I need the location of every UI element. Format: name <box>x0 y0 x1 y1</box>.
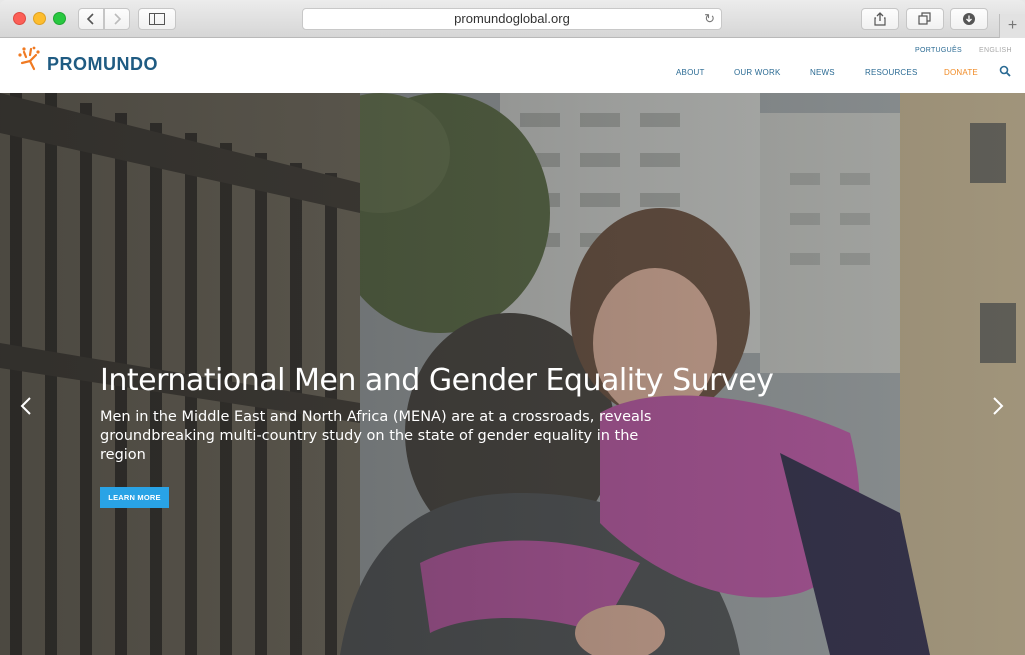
browser-toolbar: promundoglobal.org ↻ + <box>0 0 1025 38</box>
close-window-button[interactable] <box>13 12 26 25</box>
chevron-left-icon <box>20 397 31 415</box>
back-button[interactable] <box>78 8 104 30</box>
nav-resources[interactable]: RESOURCES <box>865 68 917 77</box>
nav-donate[interactable]: DONATE <box>944 68 978 77</box>
site-header: PROMUNDO PORTUGUÊS ENGLISH ABOUT OUR WOR… <box>0 38 1025 93</box>
chevron-right-icon <box>114 13 122 25</box>
chevron-right-icon <box>993 397 1004 415</box>
reload-icon[interactable]: ↻ <box>704 9 715 29</box>
address-bar[interactable]: promundoglobal.org ↻ <box>302 8 722 30</box>
share-button[interactable] <box>861 8 899 30</box>
share-icon <box>874 12 886 26</box>
language-portuguese-link[interactable]: PORTUGUÊS <box>915 47 962 54</box>
slider-prev-button[interactable] <box>18 396 34 420</box>
chevron-left-icon <box>86 13 94 25</box>
download-icon <box>963 13 975 25</box>
language-english-link[interactable]: ENGLISH <box>979 47 1012 54</box>
promundo-logo[interactable]: PROMUNDO <box>16 44 158 75</box>
hero-slider: International Men and Gender Equality Su… <box>0 93 1025 655</box>
nav-about[interactable]: ABOUT <box>676 68 705 77</box>
tabs-icon <box>918 12 931 25</box>
new-tab-button[interactable]: + <box>999 14 1025 38</box>
sidebar-toggle-button[interactable] <box>138 8 176 30</box>
promundo-logo-mark <box>18 46 40 70</box>
hero-subtitle: Men in the Middle East and North Africa … <box>100 409 652 463</box>
learn-more-button[interactable]: LEARN MORE <box>100 487 169 508</box>
forward-button[interactable] <box>104 8 130 30</box>
sidebar-icon <box>149 13 165 25</box>
nav-our-work[interactable]: OUR WORK <box>734 68 781 77</box>
hero-title: International Men and Gender Equality Su… <box>100 363 774 398</box>
plus-icon: + <box>1007 17 1018 34</box>
slider-next-button[interactable] <box>990 396 1006 420</box>
nav-news[interactable]: NEWS <box>810 68 835 77</box>
downloads-button[interactable] <box>950 8 988 30</box>
minimize-window-button[interactable] <box>33 12 46 25</box>
show-tabs-button[interactable] <box>906 8 944 30</box>
zoom-window-button[interactable] <box>53 12 66 25</box>
search-icon[interactable] <box>999 65 1011 77</box>
logo-wordmark: PROMUNDO <box>47 54 158 74</box>
url-text: promundoglobal.org <box>454 11 570 26</box>
